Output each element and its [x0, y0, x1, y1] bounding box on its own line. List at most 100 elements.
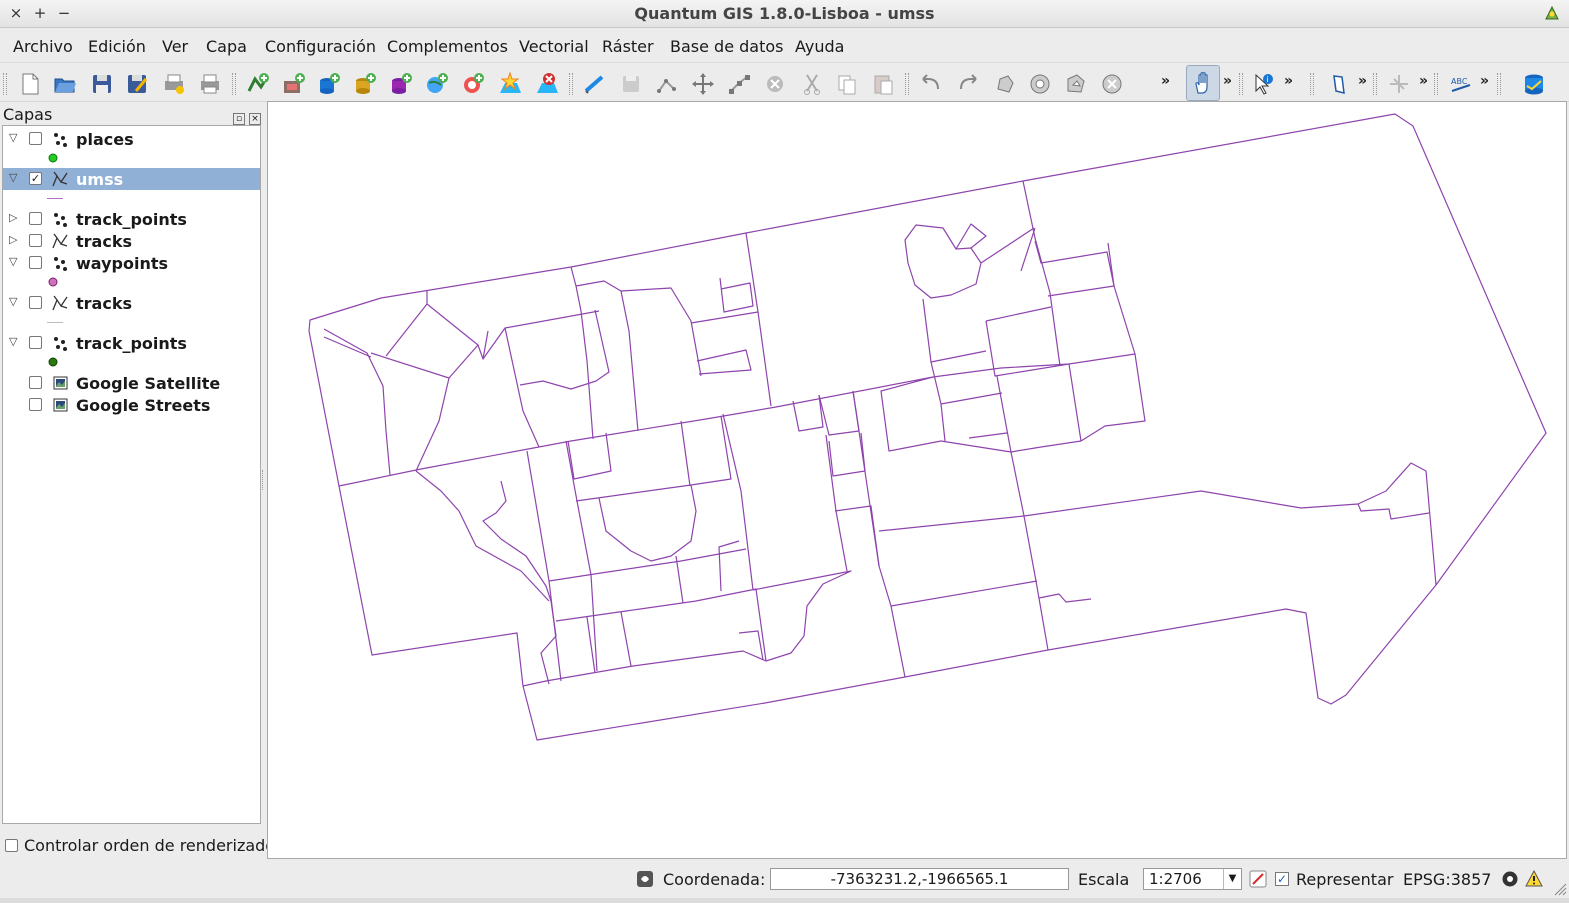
- identify-features-icon[interactable]: i: [1251, 71, 1277, 97]
- save-project-icon[interactable]: [89, 71, 115, 97]
- menu-ver[interactable]: Ver: [162, 37, 188, 56]
- crs-label[interactable]: EPSG:3857: [1403, 870, 1491, 889]
- node-tool-icon[interactable]: [727, 71, 753, 97]
- warning-icon[interactable]: [1525, 870, 1543, 888]
- cut-features-icon[interactable]: [799, 71, 825, 97]
- copy-features-icon[interactable]: [834, 71, 860, 97]
- paste-features-icon[interactable]: [870, 71, 896, 97]
- render-checkbox[interactable]: ✓: [1275, 872, 1289, 886]
- composer-manager-icon[interactable]: [197, 71, 223, 97]
- menu-raster[interactable]: Ráster: [602, 37, 654, 56]
- menu-configuracion[interactable]: Configuración: [265, 37, 376, 56]
- new-project-icon[interactable]: [17, 71, 43, 97]
- render-order-control[interactable]: Controlar orden de renderizado: [5, 836, 275, 855]
- visibility-checkbox[interactable]: [29, 132, 42, 145]
- open-project-icon[interactable]: [52, 71, 78, 97]
- line-layer-icon: [52, 171, 68, 187]
- float-panel-button[interactable]: ▫: [233, 113, 245, 125]
- raster-layer-icon: [53, 376, 68, 390]
- save-edits-icon[interactable]: [618, 71, 644, 97]
- menu-complementos[interactable]: Complementos: [387, 37, 508, 56]
- layer-name: Google Streets: [76, 396, 211, 415]
- simplify-feature-icon[interactable]: [992, 71, 1018, 97]
- menu-ayuda[interactable]: Ayuda: [795, 37, 844, 56]
- visibility-checkbox[interactable]: ✓: [29, 172, 42, 185]
- add-feature-icon[interactable]: [654, 71, 680, 97]
- move-feature-icon[interactable]: [690, 71, 716, 97]
- render-order-checkbox[interactable]: [5, 839, 18, 852]
- scale-select[interactable]: 1:2706 ▼: [1143, 868, 1242, 890]
- expand-toggle[interactable]: ▷: [9, 233, 21, 246]
- save-as-icon[interactable]: [124, 71, 150, 97]
- stop-render-icon[interactable]: [1249, 870, 1267, 888]
- digitize-tool-icon[interactable]: [1386, 71, 1412, 97]
- toolbar-overflow-4[interactable]: »: [1358, 73, 1367, 89]
- map-canvas[interactable]: [267, 101, 1567, 859]
- visibility-checkbox[interactable]: [29, 256, 42, 269]
- layer-track-points-2[interactable]: ▽ track_points: [3, 332, 260, 354]
- delete-selected-icon[interactable]: [762, 71, 788, 97]
- layer-umss[interactable]: ▽ ✓ umss: [3, 168, 260, 190]
- collapse-toggle[interactable]: ▽: [9, 335, 21, 348]
- undo-icon[interactable]: [918, 71, 944, 97]
- toolbar-overflow-1[interactable]: »: [1161, 73, 1170, 89]
- close-panel-button[interactable]: ×: [249, 113, 261, 125]
- toggle-editing-icon[interactable]: [582, 71, 608, 97]
- visibility-checkbox[interactable]: [29, 398, 42, 411]
- layer-name: track_points: [76, 210, 187, 229]
- add-wcs-layer-icon[interactable]: [460, 71, 486, 97]
- visibility-checkbox[interactable]: [29, 376, 42, 389]
- collapse-toggle[interactable]: ▽: [9, 295, 21, 308]
- add-postgis-layer-icon[interactable]: [316, 71, 342, 97]
- toolbar-overflow-2[interactable]: »: [1223, 73, 1232, 89]
- remove-layer-icon[interactable]: [534, 71, 560, 97]
- toolbar-handle[interactable]: [3, 73, 7, 95]
- menu-archivo[interactable]: Archivo: [13, 37, 73, 56]
- toolbar-overflow-5[interactable]: »: [1419, 73, 1428, 89]
- redo-icon[interactable]: [955, 71, 981, 97]
- visibility-checkbox[interactable]: [29, 212, 42, 225]
- menu-edicion[interactable]: Edición: [88, 37, 146, 56]
- layer-tracks[interactable]: ▷ tracks: [3, 230, 260, 252]
- layer-tracks-2[interactable]: ▽ tracks: [3, 292, 260, 314]
- menu-base-de-datos[interactable]: Base de datos: [670, 37, 784, 56]
- menu-vectorial[interactable]: Vectorial: [519, 37, 589, 56]
- layer-places[interactable]: ▽ places: [3, 128, 260, 150]
- layer-waypoints[interactable]: ▽ waypoints: [3, 252, 260, 274]
- toolbar-overflow-6[interactable]: »: [1480, 73, 1489, 89]
- add-spatialite-layer-icon[interactable]: [352, 71, 378, 97]
- visibility-checkbox[interactable]: [29, 336, 42, 349]
- database-manager-icon[interactable]: [1521, 71, 1547, 97]
- gps-tool-icon[interactable]: [1326, 71, 1352, 97]
- toolbar-overflow-3[interactable]: »: [1284, 73, 1293, 89]
- collapse-toggle[interactable]: ▽: [9, 171, 21, 184]
- resize-grip-icon[interactable]: [1551, 880, 1567, 896]
- add-wms-layer-icon[interactable]: [424, 71, 450, 97]
- visibility-checkbox[interactable]: [29, 234, 42, 247]
- collapse-toggle[interactable]: ▽: [9, 131, 21, 144]
- add-ring-icon[interactable]: [1027, 71, 1053, 97]
- label-tool-icon[interactable]: ABC: [1448, 71, 1474, 97]
- chevron-down-icon[interactable]: ▼: [1223, 869, 1241, 889]
- visibility-checkbox[interactable]: [29, 296, 42, 309]
- projection-icon[interactable]: [1501, 870, 1519, 888]
- delete-ring-icon[interactable]: [1099, 71, 1125, 97]
- layer-google-streets[interactable]: Google Streets: [3, 394, 260, 416]
- expand-toggle[interactable]: ▷: [9, 211, 21, 224]
- pan-map-button[interactable]: [1186, 65, 1220, 101]
- add-vector-layer-icon[interactable]: [245, 71, 271, 97]
- layer-track-points[interactable]: ▷ track_points: [3, 208, 260, 230]
- line-layer-icon: [52, 295, 68, 311]
- panel-splitter[interactable]: [262, 470, 266, 490]
- coordinate-field[interactable]: -7363231.2,-1966565.1: [770, 868, 1069, 890]
- add-mssql-layer-icon[interactable]: [388, 71, 414, 97]
- new-shapefile-layer-icon[interactable]: [497, 71, 523, 97]
- collapse-toggle[interactable]: ▽: [9, 255, 21, 268]
- coordinate-toggle-icon[interactable]: [636, 870, 654, 888]
- add-raster-layer-icon[interactable]: [281, 71, 307, 97]
- layer-google-satellite[interactable]: Google Satellite: [3, 372, 260, 394]
- add-part-icon[interactable]: [1063, 71, 1089, 97]
- layers-tree: ▽ places ▽ ✓ umss ▷ track_points ▷ track…: [2, 125, 261, 824]
- menu-capa[interactable]: Capa: [206, 37, 247, 56]
- new-print-composer-icon[interactable]: [161, 71, 187, 97]
